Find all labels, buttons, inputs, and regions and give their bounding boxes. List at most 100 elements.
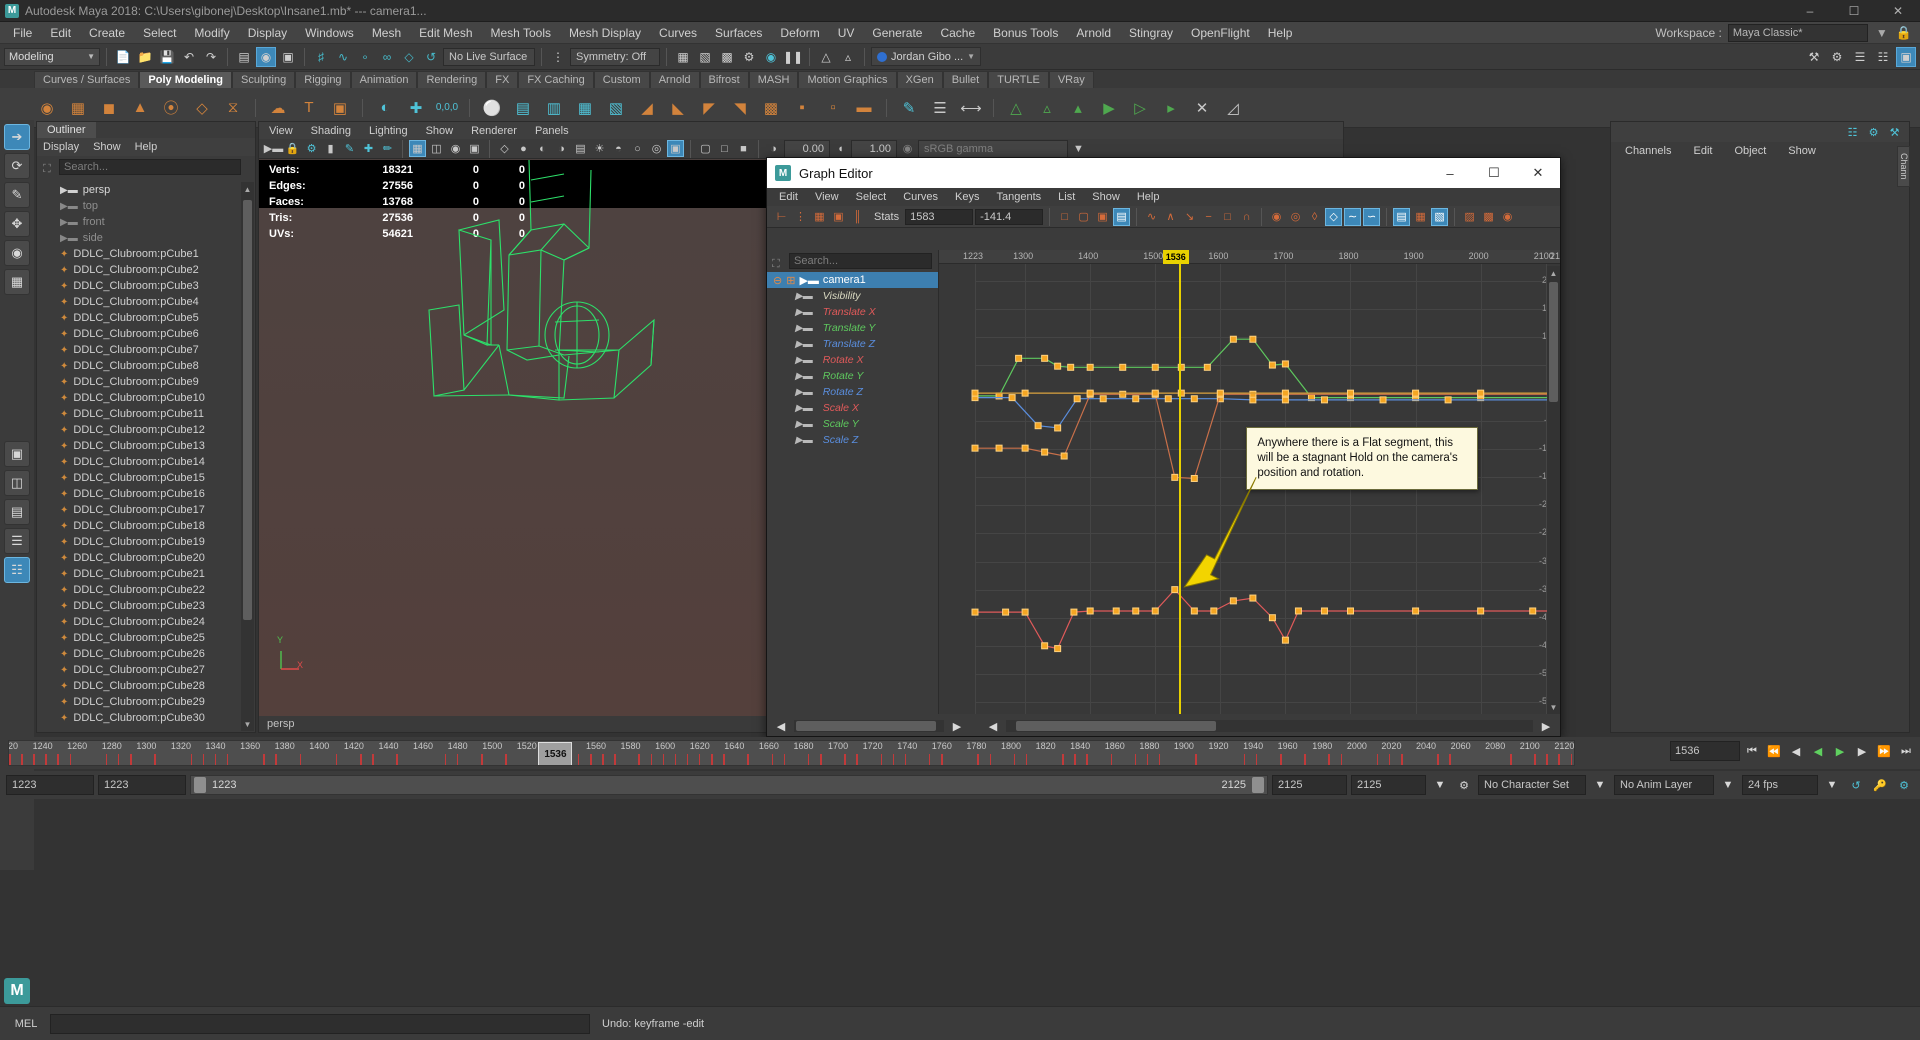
keyframe-marker[interactable] xyxy=(1055,425,1061,431)
chevron-down-icon[interactable]: ▼ xyxy=(1590,774,1610,796)
user-account-chip[interactable]: Jordan Gibo ... ▼ xyxy=(871,47,981,66)
keyframe-marker[interactable] xyxy=(1191,608,1197,614)
break-tangents-icon[interactable]: ◊ xyxy=(1306,208,1323,226)
texture-toggle-icon[interactable]: ▤ xyxy=(572,140,589,157)
graph-editor-vertical-scrollbar[interactable]: ▲ ▼ xyxy=(1547,266,1560,714)
smooth-shade-selected-icon[interactable]: ◐ xyxy=(534,140,551,157)
tangent-spline-icon[interactable]: ∿ xyxy=(1143,208,1160,226)
mel-command-input[interactable] xyxy=(50,1014,590,1034)
tangent-linear-icon[interactable]: ↘ xyxy=(1181,208,1198,226)
menu-openflight[interactable]: OpenFlight xyxy=(1182,22,1259,44)
ipr-render-icon[interactable]: ▧ xyxy=(695,47,715,67)
graph-curve-alt-icon[interactable]: ▵ xyxy=(838,47,858,67)
menu-file[interactable]: File xyxy=(4,22,41,44)
swap-buffer-curve-icon[interactable]: ◎ xyxy=(1287,208,1304,226)
list-item[interactable]: ▶▬ persp xyxy=(38,182,241,198)
shelf-tab-curves-surfaces[interactable]: Curves / Surfaces xyxy=(34,71,139,88)
animation-end-field[interactable]: 2125 xyxy=(1351,775,1426,795)
cleanup-icon[interactable]: ✕ xyxy=(1189,95,1215,121)
list-item[interactable]: ✦DDLC_Clubroom:pCube23 xyxy=(38,598,241,614)
insert-edge-loop-icon[interactable]: ▪ xyxy=(789,95,815,121)
scrollbar-thumb[interactable] xyxy=(1549,282,1558,402)
scroll-right-icon[interactable]: ▶ xyxy=(1536,715,1556,737)
redo-icon[interactable]: ↷ xyxy=(201,47,221,67)
ge-menu-list[interactable]: List xyxy=(1058,191,1075,203)
snap-curve-icon[interactable]: ∿ xyxy=(333,47,353,67)
lock-tangent-weight-icon[interactable]: ∽ xyxy=(1363,208,1380,226)
animation-preferences-icon[interactable]: ⚙ xyxy=(1454,774,1474,796)
menu-stingray[interactable]: Stingray xyxy=(1120,22,1182,44)
select-tool-icon[interactable]: ➔ xyxy=(4,124,30,150)
paint-select-tool-icon[interactable]: ✎ xyxy=(4,182,30,208)
shelf-tab-fx[interactable]: FX xyxy=(486,71,518,88)
keyframe-marker[interactable] xyxy=(1100,396,1106,402)
ssao-icon[interactable]: ○ xyxy=(629,140,646,157)
keyframe-marker[interactable] xyxy=(1347,390,1353,396)
move-tool-icon[interactable]: ✥ xyxy=(4,211,30,237)
keyframe-marker[interactable] xyxy=(1152,608,1158,614)
camera-attributes-icon[interactable]: ⚙ xyxy=(303,140,320,157)
close-button[interactable]: ✕ xyxy=(1876,0,1920,22)
curve-visibility-icon[interactable]: ▶▬ xyxy=(795,339,813,350)
viewport-menu-renderer[interactable]: Renderer xyxy=(471,125,517,137)
list-item[interactable]: ✦DDLC_Clubroom:pCube6 xyxy=(38,326,241,342)
keyframe-marker[interactable] xyxy=(972,445,978,451)
collapse-icon[interactable]: ⊖ xyxy=(773,274,782,287)
select-hierarchy-icon[interactable]: ▤ xyxy=(234,47,254,67)
transform-icon[interactable]: 0,0,0 xyxy=(434,95,460,121)
pause-icon[interactable]: ❚❚ xyxy=(783,47,803,67)
step-forward-key-icon[interactable]: ⏩ xyxy=(1874,740,1894,762)
stats-frame-field[interactable]: 1583 xyxy=(905,209,973,225)
list-item[interactable]: ✦DDLC_Clubroom:pCube14 xyxy=(38,454,241,470)
range-end-handle[interactable] xyxy=(1252,777,1264,793)
mel-label[interactable]: MEL xyxy=(8,1018,44,1030)
symmetry-axis-icon[interactable]: ⋮ xyxy=(548,47,568,67)
list-item[interactable]: ✦DDLC_Clubroom:pCube11 xyxy=(38,406,241,422)
open-scene-icon[interactable]: 📁 xyxy=(135,47,155,67)
chevron-down-icon[interactable]: ▼ xyxy=(1822,774,1842,796)
graph-editor-channel-list[interactable]: ⛶ Search... ⊖ ⊞ ▶▬ camera1 ▶▬Visibility▶… xyxy=(767,250,939,714)
keyframe-marker[interactable] xyxy=(1250,391,1256,397)
xray-joints-icon[interactable]: □ xyxy=(716,140,733,157)
keyframe-marker[interactable] xyxy=(1087,390,1093,396)
curve-visibility-icon[interactable]: ▶▬ xyxy=(795,419,813,430)
keyframe-marker[interactable] xyxy=(1530,608,1536,614)
curve-visibility-icon[interactable]: ▶▬ xyxy=(795,387,813,398)
bridge-icon[interactable]: ▥ xyxy=(541,95,567,121)
multicut-icon[interactable]: ◢ xyxy=(634,95,660,121)
poly-cube-icon[interactable]: ▦ xyxy=(65,95,91,121)
channel-box-icon[interactable]: ☷ xyxy=(1873,47,1893,67)
attribute-editor-toggle-icon[interactable]: ⚙ xyxy=(1865,124,1882,141)
channel-list-hscrollbar[interactable] xyxy=(794,720,944,732)
graph-editor-attribute-row[interactable]: ▶▬Scale Y xyxy=(767,416,938,432)
outliner-menu-help[interactable]: Help xyxy=(135,141,158,153)
merge-icon[interactable]: ▧ xyxy=(603,95,629,121)
channel-menu-channels[interactable]: Channels xyxy=(1625,145,1671,157)
graph-editor-attribute-row[interactable]: ▶▬Translate Z xyxy=(767,336,938,352)
range-end-field[interactable]: 2125 xyxy=(1272,775,1347,795)
list-item[interactable]: ✦DDLC_Clubroom:pCube24 xyxy=(38,614,241,630)
wireframe-shading-icon[interactable]: ◇ xyxy=(496,140,513,157)
channel-box-vertical-tab[interactable]: Chann xyxy=(1897,146,1910,187)
keyframe-marker[interactable] xyxy=(1035,423,1041,429)
keyframe-marker[interactable] xyxy=(1478,390,1484,396)
shelf-tab-vray[interactable]: VRay xyxy=(1049,71,1094,88)
scroll-down-icon[interactable]: ▼ xyxy=(241,717,254,731)
graph-editor-attribute-row[interactable]: ▶▬Rotate X xyxy=(767,352,938,368)
loop-icon[interactable]: ↺ xyxy=(1846,774,1866,796)
unify-tangents-icon[interactable]: ◇ xyxy=(1325,208,1342,226)
combine-icon[interactable]: ✚ xyxy=(403,95,429,121)
viewport-menu-lighting[interactable]: Lighting xyxy=(369,125,408,137)
menu-edit[interactable]: Edit xyxy=(41,22,80,44)
graph-editor-search-input[interactable]: Search... xyxy=(789,253,932,269)
keyframe-marker[interactable] xyxy=(1347,608,1353,614)
modeling-toolkit-icon[interactable]: ⚒ xyxy=(1804,47,1824,67)
list-item[interactable]: ▶▬ side xyxy=(38,230,241,246)
sculpt-tool-icon[interactable]: ✎ xyxy=(896,95,922,121)
viewport-menu-view[interactable]: View xyxy=(269,125,293,137)
list-item[interactable]: ✦DDLC_Clubroom:pCube29 xyxy=(38,694,241,710)
buffer-curve-snapshot-icon[interactable]: ◉ xyxy=(1268,208,1285,226)
boolean-icon[interactable]: ◐ xyxy=(372,95,398,121)
menu-help[interactable]: Help xyxy=(1259,22,1302,44)
list-item[interactable]: ▶▬ top xyxy=(38,198,241,214)
